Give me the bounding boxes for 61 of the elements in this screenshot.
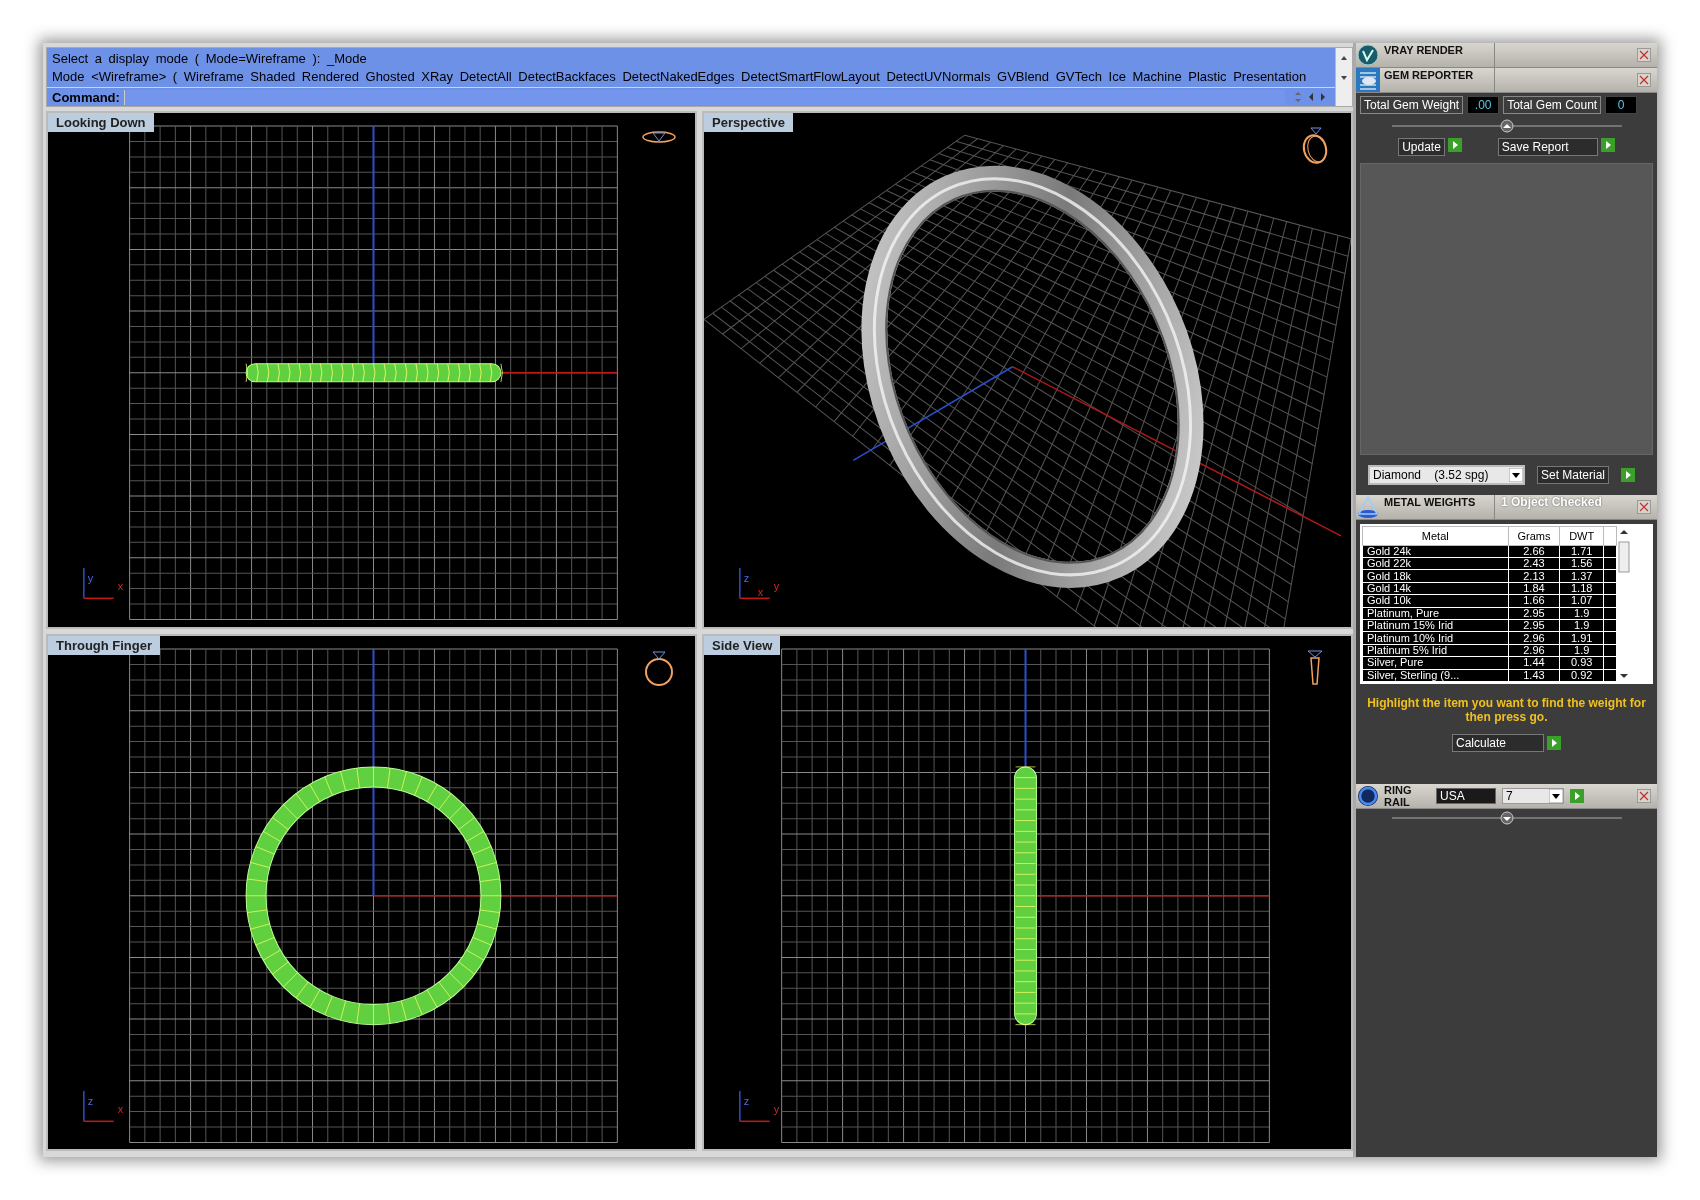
- ring-render[interactable]: [861, 165, 1204, 588]
- axis-label: x: [117, 580, 124, 593]
- viewport-title[interactable]: Perspective: [704, 113, 793, 132]
- update-button[interactable]: Update: [1398, 138, 1445, 156]
- play-icon[interactable]: [1600, 138, 1615, 152]
- viewport-title[interactable]: Through Finger: [48, 635, 161, 655]
- axis-icon: [739, 567, 771, 600]
- splitter-handle[interactable]: [1391, 119, 1622, 133]
- scroll-left-icon[interactable]: [1307, 92, 1315, 102]
- panel-title: GEM REPORTER: [1384, 69, 1474, 81]
- ring-icon[interactable]: [1356, 784, 1380, 808]
- scroll-right-icon[interactable]: [1319, 92, 1327, 102]
- viewport-title[interactable]: Side View: [704, 635, 781, 655]
- viewport-title[interactable]: Looking Down: [48, 113, 154, 132]
- column-header[interactable]: Grams: [1508, 526, 1560, 546]
- scrollbar[interactable]: [1335, 48, 1352, 106]
- status-text: 1 Object Checked: [1501, 495, 1602, 509]
- close-icon[interactable]: [1637, 789, 1651, 803]
- splitter-handle[interactable]: [1391, 811, 1622, 825]
- close-icon[interactable]: [1637, 500, 1651, 514]
- command-history-line: Select a display mode ( Mode=Wireframe ): _Mode: [52, 51, 368, 67]
- render-icon[interactable]: [1356, 43, 1380, 67]
- axis-icon: [83, 1089, 115, 1122]
- close-icon[interactable]: [1637, 48, 1651, 62]
- calculate-button[interactable]: Calculate: [1452, 734, 1544, 752]
- ring-size-dropdown[interactable]: 7: [1502, 788, 1564, 804]
- command-prompt: Command:: [51, 89, 121, 105]
- axis-label: y: [773, 580, 780, 593]
- column-header[interactable]: Metal: [1362, 526, 1509, 546]
- panel-title: RING RAIL: [1383, 784, 1413, 808]
- material-dropdown[interactable]: Diamond (3.52 spg): [1368, 465, 1525, 485]
- save-report-button[interactable]: Save Report: [1497, 138, 1598, 156]
- dropdown-arrow-icon[interactable]: [1509, 468, 1523, 482]
- axis-label: y: [773, 1102, 780, 1115]
- axis-icon: [83, 567, 115, 600]
- ring-wireframe[interactable]: [245, 765, 502, 1025]
- command-history-line: Mode <Wireframe> ( Wireframe Shaded Rendered Ghosted XRay DetectAll DetectBackfaces DetectNakedEdges DetectSmartFlowLayout DetectUVNormals GVBlend GVTech Ice Machine Plastic Presentation: [52, 68, 1308, 84]
- panel-title: VRAY RENDER: [1384, 44, 1463, 56]
- panel-title: METAL WEIGHTS: [1384, 496, 1476, 508]
- size-standard-field[interactable]: USA: [1436, 788, 1496, 804]
- gem-count-value: 0: [1605, 96, 1638, 114]
- axis-label: x: [117, 1102, 124, 1115]
- axis-icon: [739, 1089, 771, 1122]
- field-label: Total Gem Count: [1503, 96, 1602, 114]
- axis-label: z: [743, 572, 750, 585]
- cone-icon[interactable]: [1356, 495, 1380, 519]
- command-input[interactable]: [123, 89, 1285, 105]
- gem-weight-value: .00: [1467, 96, 1500, 114]
- play-icon[interactable]: [1447, 138, 1462, 152]
- axis-label: y: [87, 572, 94, 585]
- set-material-button[interactable]: Set Material: [1537, 466, 1610, 484]
- axis-label: x: [757, 586, 764, 599]
- dropdown-arrow-icon[interactable]: [1549, 789, 1563, 803]
- play-icon[interactable]: [1621, 468, 1636, 482]
- close-icon[interactable]: [1637, 73, 1651, 87]
- axis-label: z: [743, 1094, 750, 1107]
- field-label: Total Gem Weight: [1360, 96, 1464, 114]
- hint-text: Highlight the item you want to find the weight for then press go.: [1366, 695, 1647, 726]
- gem-report-icon[interactable]: [1356, 68, 1380, 92]
- column-header[interactable]: DWT: [1559, 526, 1604, 546]
- axis-label: z: [87, 1094, 94, 1107]
